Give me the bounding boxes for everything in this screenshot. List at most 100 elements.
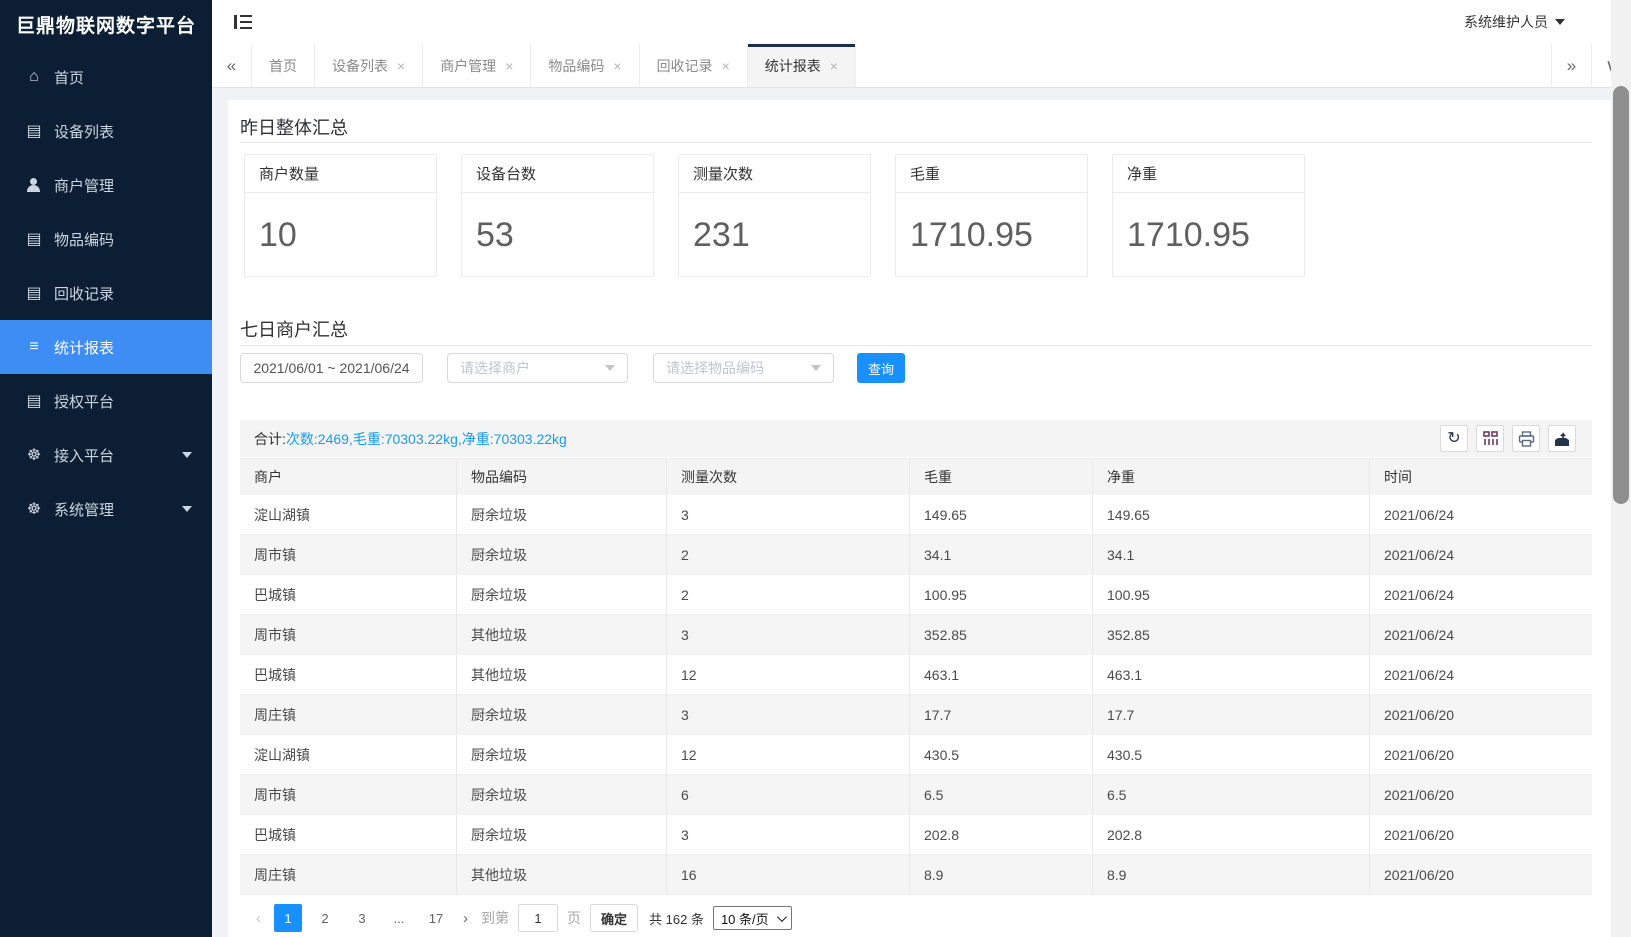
page-number-button[interactable]: 2 (311, 904, 339, 932)
table-row[interactable]: 周庄镇其他垃圾168.98.92021/06/20 (240, 855, 1592, 895)
confirm-button[interactable]: 确定 (590, 904, 638, 932)
table-cell: 17.7 (1093, 695, 1370, 734)
tabbar-spacer (856, 44, 1551, 87)
page-size-value: 10 条/页 (721, 909, 769, 928)
table-row[interactable]: 周市镇厨余垃圾234.134.12021/06/24 (240, 535, 1592, 575)
sidebar-item-system-mgmt[interactable]: ☸ 系统管理 (0, 482, 212, 536)
tab-label: 商户管理 (440, 56, 496, 76)
column-settings-button[interactable] (1476, 425, 1504, 452)
table-cell: 100.95 (1093, 575, 1370, 614)
caret-down-icon (811, 365, 821, 371)
sidebar-item-device-list[interactable]: ▤ 设备列表 (0, 104, 212, 158)
refresh-button[interactable]: ↻ (1440, 425, 1468, 452)
table-cell: 2021/06/20 (1370, 695, 1592, 734)
page-number-button[interactable]: 3 (348, 904, 376, 932)
table-row[interactable]: 巴城镇厨余垃圾2100.95100.952021/06/24 (240, 575, 1592, 615)
tab-device-list[interactable]: 设备列表 × (315, 44, 423, 87)
tab-item-code[interactable]: 物品编码 × (531, 44, 639, 87)
tab-statistics-report[interactable]: 统计报表 × (748, 44, 856, 87)
caret-down-icon (605, 365, 615, 371)
sidebar-item-recycle-records[interactable]: ▤ 回收记录 (0, 266, 212, 320)
print-button[interactable] (1512, 425, 1540, 452)
table-cell: 34.1 (1093, 535, 1370, 574)
goto-page-input[interactable] (518, 904, 558, 932)
search-button[interactable]: 查询 (857, 353, 905, 383)
vertical-scrollbar[interactable] (1611, 0, 1631, 937)
close-icon[interactable]: × (613, 59, 621, 73)
table-cell: 17.7 (910, 695, 1093, 734)
sidebar-item-home[interactable]: ⌂ 首页 (0, 50, 212, 104)
table-row[interactable]: 周市镇厨余垃圾66.56.52021/06/20 (240, 775, 1592, 815)
stat-card-value: 231 (679, 193, 870, 277)
tab-merchant-mgmt[interactable]: 商户管理 × (423, 44, 531, 87)
tabs-scroll-left-icon[interactable]: « (212, 44, 252, 87)
close-icon[interactable]: × (397, 59, 405, 73)
topbar: 系统维护人员 (212, 0, 1631, 44)
main-panel: 昨日整体汇总 商户数量 10 设备台数 53 测量次数 231 毛重 1710.… (228, 100, 1611, 937)
table-row[interactable]: 巴城镇其他垃圾12463.1463.12021/06/24 (240, 655, 1592, 695)
tab-recycle-records[interactable]: 回收记录 × (640, 44, 748, 87)
tabs-scroll-right-icon[interactable]: » (1551, 44, 1591, 87)
table-cell: 2021/06/24 (1370, 495, 1592, 534)
chevron-down-icon (182, 452, 192, 458)
page-number-button[interactable]: 1 (274, 904, 302, 932)
sidebar-item-label: 商户管理 (54, 175, 114, 196)
sidebar-item-authorized-platform[interactable]: ▤ 授权平台 (0, 374, 212, 428)
sidebar-item-access-platform[interactable]: ☸ 接入平台 (0, 428, 212, 482)
table-cell: 430.5 (1093, 735, 1370, 774)
close-icon[interactable]: × (830, 59, 838, 73)
page-number-button[interactable]: 17 (422, 904, 450, 932)
chevron-down-icon (182, 506, 192, 512)
table-row[interactable]: 淀山湖镇厨余垃圾12430.5430.52021/06/20 (240, 735, 1592, 775)
page-size-select[interactable]: 10 条/页 (713, 906, 792, 930)
table-row[interactable]: 周庄镇厨余垃圾317.717.72021/06/20 (240, 695, 1592, 735)
stat-card-measure-count: 测量次数 231 (678, 154, 871, 277)
sidebar-item-label: 回收记录 (54, 283, 114, 304)
item-code-select[interactable]: 请选择物品编码 (653, 353, 834, 383)
sidebar-item-item-code[interactable]: ▤ 物品编码 (0, 212, 212, 266)
table-row[interactable]: 周市镇其他垃圾3352.85352.852021/06/24 (240, 615, 1592, 655)
table-cell: 2021/06/24 (1370, 615, 1592, 654)
total-count-label: 共 162 条 (649, 909, 704, 928)
item-code-select-placeholder: 请选择物品编码 (666, 358, 764, 378)
table-cell: 厨余垃圾 (457, 775, 667, 814)
totals-value: 次数:2469,毛重:70303.22kg,净重:70303.22kg (286, 429, 567, 449)
user-menu[interactable]: 系统维护人员 (1464, 12, 1565, 32)
column-header: 物品编码 (457, 459, 667, 495)
table-cell: 淀山湖镇 (240, 495, 457, 534)
next-page-icon[interactable]: › (459, 910, 472, 927)
table-row[interactable]: 淀山湖镇厨余垃圾3149.65149.652021/06/24 (240, 495, 1592, 535)
sidebar-item-label: 统计报表 (54, 337, 114, 358)
sidebar-item-label: 接入平台 (54, 445, 114, 466)
gear-icon: ☸ (24, 445, 44, 465)
merchant-select[interactable]: 请选择商户 (447, 353, 628, 383)
table-row[interactable]: 巴城镇厨余垃圾3202.8202.82021/06/20 (240, 815, 1592, 855)
table-cell: 12 (667, 735, 910, 774)
goto-label: 到第 (481, 908, 509, 928)
close-icon[interactable]: × (722, 59, 730, 73)
prev-page-icon[interactable]: ‹ (252, 910, 265, 927)
table-cell: 其他垃圾 (457, 615, 667, 654)
close-icon[interactable]: × (505, 59, 513, 73)
sidebar-item-statistics-report[interactable]: ≡ 统计报表 (0, 320, 212, 374)
stat-card-net-weight: 净重 1710.95 (1112, 154, 1305, 277)
table-cell: 厨余垃圾 (457, 535, 667, 574)
sidebar-item-merchant-mgmt[interactable]: 商户管理 (0, 158, 212, 212)
sidebar-item-label: 设备列表 (54, 121, 114, 142)
export-button[interactable] (1548, 425, 1576, 452)
sidebar-collapse-icon[interactable] (234, 15, 252, 29)
date-range-input[interactable]: 2021/06/01 ~ 2021/06/24 (240, 353, 423, 383)
page-numbers: 123...17 (274, 904, 450, 932)
table-cell: 周庄镇 (240, 855, 457, 894)
stat-card-gross-weight: 毛重 1710.95 (895, 154, 1088, 277)
column-header: 净重 (1093, 459, 1370, 495)
caret-down-icon (1555, 19, 1565, 25)
table-cell: 202.8 (1093, 815, 1370, 854)
table-header-row: 商户 物品编码 测量次数 毛重 净重 时间 (240, 458, 1592, 495)
table-cell: 463.1 (1093, 655, 1370, 694)
table-cell: 3 (667, 615, 910, 654)
user-name: 系统维护人员 (1464, 12, 1548, 32)
tab-home[interactable]: 首页 × (252, 44, 315, 87)
table-cell: 352.85 (910, 615, 1093, 654)
scrollbar-thumb[interactable] (1613, 86, 1629, 504)
